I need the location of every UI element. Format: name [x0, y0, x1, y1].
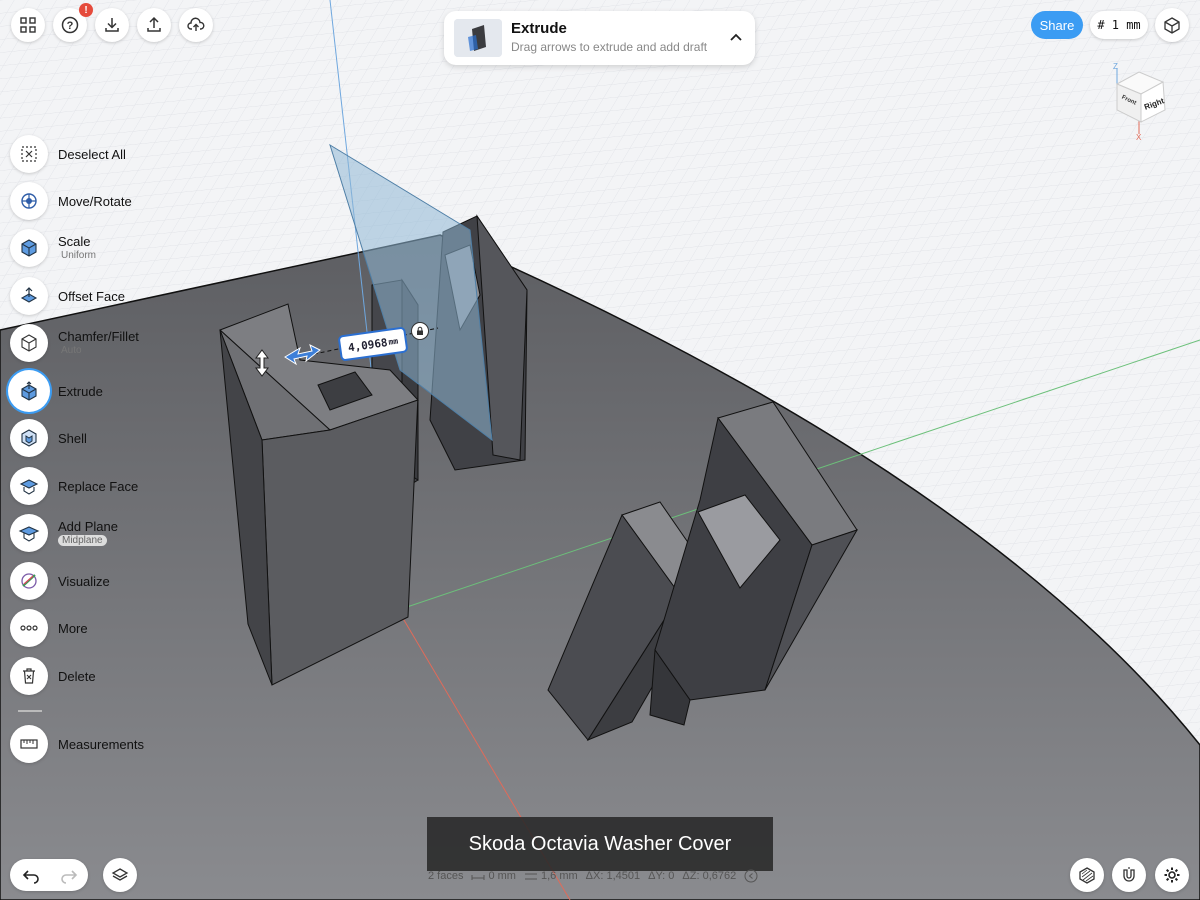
tool-title: Extrude — [511, 20, 567, 37]
question-icon: ? — [61, 16, 79, 34]
extrude-icon — [21, 381, 37, 401]
notification-badge: ! — [79, 3, 93, 17]
help-button[interactable]: ? ! — [53, 3, 93, 42]
caption-overlay: Skoda Octavia Washer Cover — [427, 817, 773, 871]
copy-coordinates-icon[interactable] — [744, 869, 758, 883]
offset-face-tool[interactable]: Offset Face — [10, 277, 190, 317]
more-icon — [20, 625, 38, 631]
tool-sublabel: Uniform — [61, 250, 97, 261]
cloud-upload-button[interactable] — [179, 8, 213, 42]
hatched-cube-icon — [1079, 867, 1095, 884]
more-tool[interactable]: More — [10, 609, 190, 649]
chamfer-icon — [21, 334, 37, 352]
tool-label: Chamfer/Fillet — [58, 329, 139, 344]
tool-hint: Drag arrows to extrude and add draft — [511, 40, 708, 54]
tool-label: Move/Rotate — [58, 194, 132, 209]
shell-icon — [21, 429, 37, 447]
add-plane-icon — [18, 526, 40, 542]
layers-icon — [111, 868, 129, 881]
download-icon — [105, 18, 119, 32]
upload-icon — [147, 16, 161, 32]
tool-label: Add Plane — [58, 519, 118, 534]
status-bar: 2 faces 0 mm 1,6 mm ΔX: 1,4501 ΔY: 0 ΔZ:… — [428, 866, 780, 886]
chevron-up-icon[interactable] — [727, 29, 745, 47]
deselect-all-tool[interactable]: Deselect All — [10, 135, 190, 175]
distance-icon — [471, 875, 485, 880]
scale-tool[interactable]: Scale Uniform — [10, 229, 190, 269]
tool-sublabel[interactable]: Midplane — [58, 535, 107, 546]
undo-icon[interactable] — [22, 866, 40, 884]
perspective-cube-icon — [1164, 17, 1180, 34]
layers-button[interactable] — [103, 858, 137, 892]
delete-icon — [23, 668, 35, 684]
appearance-button[interactable] — [1070, 858, 1104, 892]
apps-grid-button[interactable] — [11, 8, 45, 42]
status-faces: 2 faces — [428, 870, 464, 882]
offset-face-icon — [20, 287, 38, 303]
visualize-tool[interactable]: Visualize — [10, 562, 190, 602]
status-dx: ΔX: 1,4501 — [585, 870, 641, 882]
visualize-icon — [21, 573, 37, 589]
chamfer-fillet-tool[interactable]: Chamfer/Fillet Auto — [10, 324, 190, 364]
delete-tool[interactable]: Delete — [10, 657, 190, 697]
redo-icon[interactable] — [60, 866, 78, 884]
shell-tool[interactable]: Shell — [10, 419, 190, 459]
tool-label: Replace Face — [58, 479, 139, 494]
view-cube[interactable]: Z X Front Right — [1105, 60, 1175, 140]
magnet-icon — [1123, 867, 1135, 882]
dimension-lock-button[interactable] — [411, 322, 429, 340]
measurements-icon — [20, 739, 38, 749]
tool-preview-thumbnail — [454, 19, 502, 57]
tool-label: Offset Face — [58, 289, 125, 304]
tool-label: Shell — [58, 431, 87, 446]
tool-label: Scale — [58, 234, 91, 249]
tool-label: More — [58, 621, 88, 636]
axis-x-label: X — [1136, 133, 1142, 140]
tool-sublabel: Auto — [61, 345, 82, 356]
cloud-upload-icon — [187, 17, 205, 31]
view-mode-button[interactable] — [1155, 8, 1189, 42]
move-rotate-icon — [21, 193, 37, 209]
measurements-tool[interactable]: Measurements — [10, 725, 190, 765]
extrude-tool[interactable]: Extrude — [10, 372, 190, 412]
dimension-value: 4,0968 — [347, 335, 389, 354]
status-thickness: 1,6 mm — [540, 870, 578, 882]
thickness-icon — [524, 873, 537, 880]
move-rotate-tool[interactable]: Move/Rotate — [10, 182, 190, 222]
axis-z-label: Z — [1113, 62, 1118, 71]
snapping-button[interactable] — [1112, 858, 1146, 892]
tool-banner[interactable]: Extrude Drag arrows to extrude and add d… — [444, 11, 755, 65]
settings-button[interactable] — [1155, 858, 1189, 892]
tool-label: Visualize — [58, 574, 110, 589]
tool-label: Measurements — [58, 737, 144, 752]
status-dz: ΔZ: 0,6762 — [682, 870, 737, 882]
lock-icon — [417, 326, 423, 335]
history-controls — [10, 859, 88, 891]
replace-face-icon — [19, 479, 39, 495]
import-button[interactable] — [95, 8, 129, 42]
toolbar-divider — [18, 710, 42, 712]
status-dy: ΔY: 0 — [648, 870, 675, 882]
export-button[interactable] — [137, 8, 171, 42]
share-button[interactable]: Share — [1031, 11, 1083, 39]
add-plane-tool[interactable]: Add Plane Midplane — [10, 514, 190, 554]
grid-icon — [20, 17, 36, 33]
svg-text:?: ? — [67, 20, 74, 32]
tool-label: Deselect All — [58, 147, 126, 162]
deselect-icon — [21, 146, 37, 162]
replace-face-tool[interactable]: Replace Face — [10, 467, 190, 507]
status-distance: 0 mm — [488, 870, 516, 882]
dimension-unit: mm — [387, 336, 399, 347]
gear-icon — [1164, 867, 1180, 883]
grid-size-button[interactable]: # 1 mm — [1090, 11, 1148, 39]
tool-label: Delete — [58, 669, 96, 684]
tool-label: Extrude — [58, 384, 103, 399]
scale-icon — [21, 239, 37, 257]
